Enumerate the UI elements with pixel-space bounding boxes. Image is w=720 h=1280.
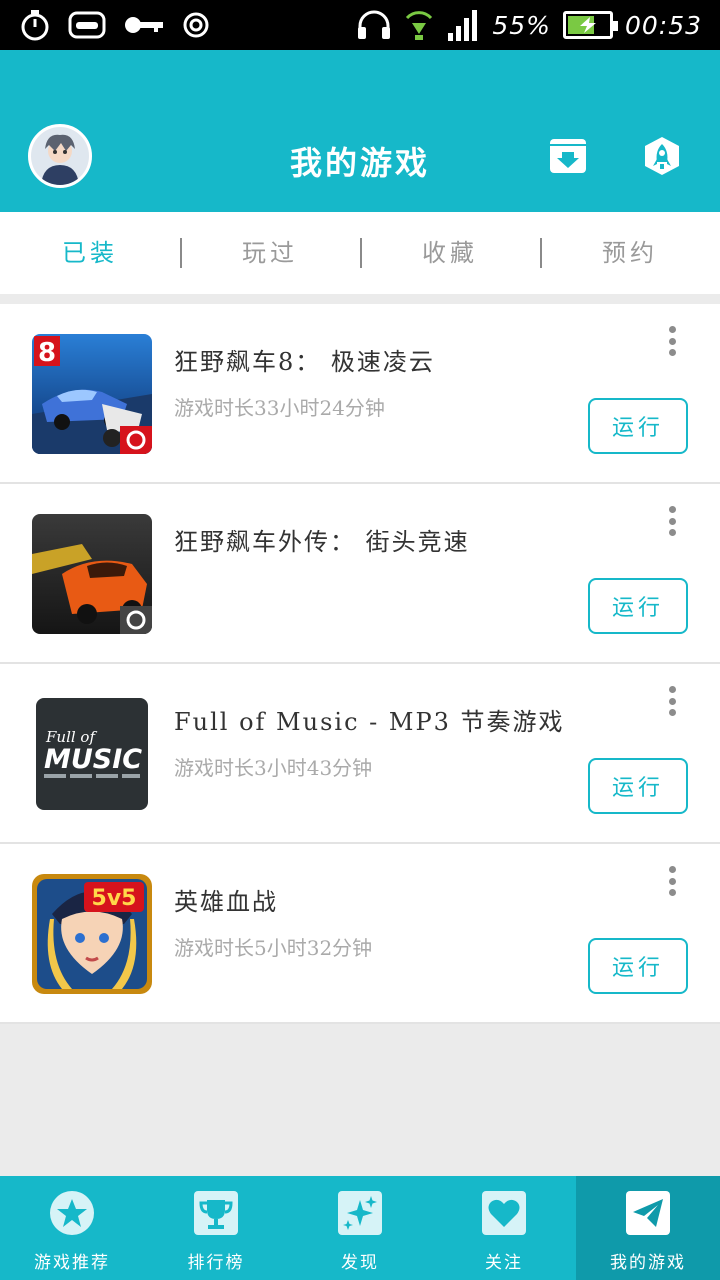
nav-label: 游戏推荐 [34, 1253, 110, 1273]
stopwatch-icon [21, 10, 49, 41]
tab-installed[interactable]: 已装 [0, 212, 180, 294]
status-bar: 55% 00:53 [0, 0, 720, 50]
game-list: 8 狂野飙车8： 极速凌云 游戏时长33小时24分钟 运行 狂野飙车外传： 街头… [0, 304, 720, 1024]
game-name: Full of Music - MP3 节奏游戏 [174, 708, 565, 736]
tab-played[interactable]: 玩过 [180, 212, 360, 294]
signal-icon [448, 10, 478, 41]
paper-plane-icon [625, 1190, 671, 1236]
run-button[interactable]: 运行 [588, 758, 688, 814]
nav-label: 排行榜 [187, 1253, 245, 1273]
more-options-button[interactable] [660, 864, 684, 898]
game-name: 英雄血战 [174, 888, 278, 916]
asphalt-street-icon [32, 514, 152, 634]
heart-icon [481, 1190, 527, 1236]
nav-label: 发现 [341, 1253, 379, 1273]
sync-icon [183, 12, 209, 38]
page-title: 我的游戏 [289, 144, 430, 182]
key-icon [125, 17, 163, 33]
nav-follow[interactable]: 关注 [432, 1176, 576, 1280]
tab-bar: 已装 玩过 收藏 预约 [0, 212, 720, 294]
app-header: 我的游戏 [0, 50, 720, 212]
more-options-button[interactable] [660, 684, 684, 718]
speed-up-button[interactable] [642, 136, 682, 176]
gamepad-icon [68, 11, 106, 39]
nav-ranking[interactable]: 排行榜 [144, 1176, 288, 1280]
game-name: 狂野飙车外传： 街头竞速 [174, 528, 470, 556]
icon-text-main: MUSIC [44, 744, 142, 775]
asphalt8-icon: 8 [32, 334, 152, 454]
nav-label: 关注 [485, 1253, 523, 1273]
game-name: 狂野飙车8： 极速凌云 [174, 348, 435, 376]
svg-text:8: 8 [38, 338, 56, 368]
wifi-icon [406, 11, 433, 40]
game-row[interactable]: 5v5 英雄血战 游戏时长5小时32分钟 运行 [0, 844, 720, 1024]
battery-percent: 55% [492, 10, 551, 40]
nav-my-games[interactable]: 我的游戏 [576, 1176, 720, 1280]
game-row[interactable]: Full of MUSIC Full of Music - MP3 节奏游戏 游… [0, 664, 720, 844]
game-playtime: 游戏时长33小时24分钟 [174, 396, 385, 420]
game-playtime: 游戏时长5小时32分钟 [174, 936, 373, 960]
icon-badge: 5v5 [92, 886, 137, 911]
battery-icon [562, 11, 618, 39]
clock: 00:53 [624, 10, 702, 40]
game-row[interactable]: 8 狂野飙车8： 极速凌云 游戏时长33小时24分钟 运行 [0, 304, 720, 484]
nav-discover[interactable]: 发现 [288, 1176, 432, 1280]
more-options-button[interactable] [660, 324, 684, 358]
bottom-nav: 游戏推荐 排行榜 发现 关注 我的游戏 [0, 1176, 720, 1280]
download-box-icon [550, 139, 586, 173]
star-icon [49, 1190, 95, 1236]
sparkle-icon [337, 1190, 383, 1236]
tab-reservations[interactable]: 预约 [540, 212, 720, 294]
run-button[interactable]: 运行 [588, 938, 688, 994]
game-row[interactable]: 狂野飙车外传： 街头竞速 运行 [0, 484, 720, 664]
nav-label: 我的游戏 [610, 1253, 686, 1273]
nav-game-recommend[interactable]: 游戏推荐 [0, 1176, 144, 1280]
full-of-music-icon: Full of MUSIC [32, 694, 152, 814]
download-button[interactable] [548, 136, 588, 176]
trophy-icon [193, 1190, 239, 1236]
run-button[interactable]: 运行 [588, 398, 688, 454]
hero-battle-icon: 5v5 [32, 874, 152, 994]
tab-favorites[interactable]: 收藏 [360, 212, 540, 294]
run-button[interactable]: 运行 [588, 578, 688, 634]
headphones-icon [358, 10, 391, 39]
game-playtime: 游戏时长3小时43分钟 [174, 756, 373, 780]
more-options-button[interactable] [660, 504, 684, 538]
rocket-hexagon-icon [645, 137, 679, 175]
